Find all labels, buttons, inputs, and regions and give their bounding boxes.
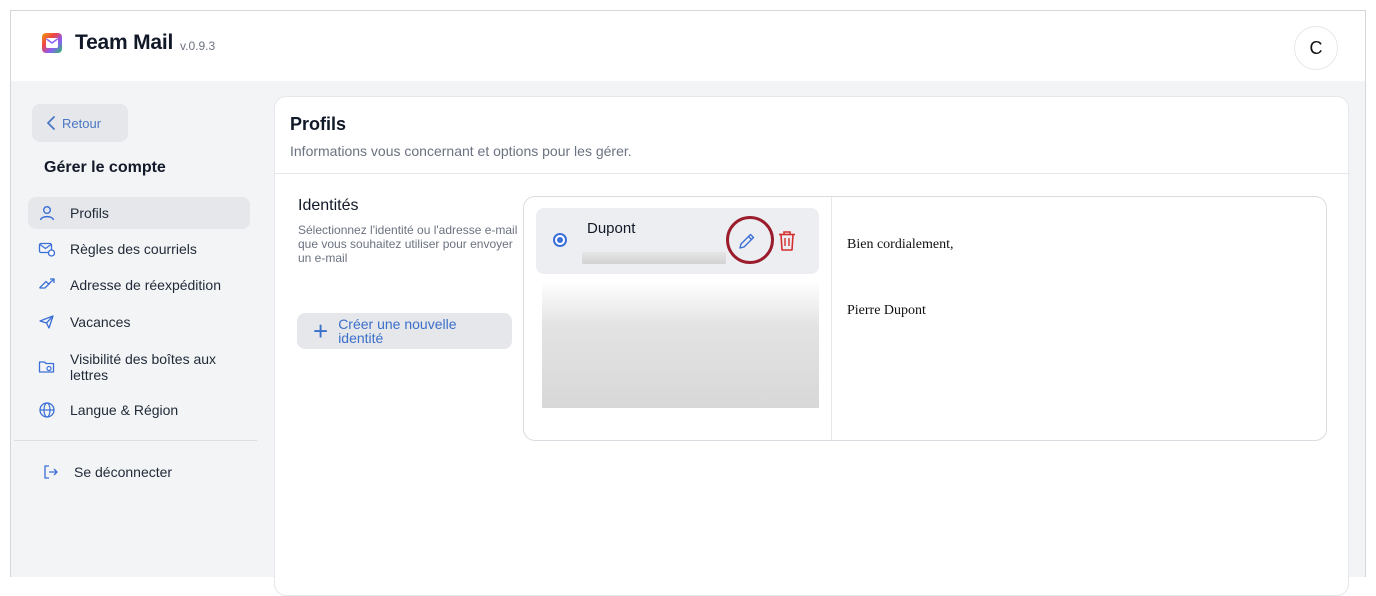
sidebar-item-label: Adresse de réexpédition — [70, 277, 221, 293]
sidebar-item-profils[interactable]: Profils — [28, 197, 250, 229]
logout-icon — [44, 465, 58, 479]
sidebar-item-label: Vacances — [70, 314, 131, 330]
logout-label: Se déconnecter — [74, 464, 173, 480]
identity-panel: Dupont Bien cordialement, Pierre Dupont — [523, 196, 1327, 441]
user-avatar-button[interactable]: C — [1294, 26, 1338, 70]
mail-rules-icon — [38, 242, 56, 257]
edit-highlight-annotation — [726, 216, 774, 264]
create-identity-button[interactable]: + Créer une nouvelle identité — [297, 313, 512, 349]
sidebar-item-vacances[interactable]: Vacances — [28, 306, 250, 338]
globe-icon — [39, 402, 55, 418]
identity-item[interactable]: Dupont — [536, 208, 819, 274]
page-title: Profils — [290, 114, 347, 134]
top-bar: Team Mail v.0.9.3 C — [11, 11, 1365, 81]
sidebar-item-label: Langue & Région — [70, 402, 179, 418]
identity-name: Dupont — [587, 220, 636, 237]
sidebar-item-label: Règles des courriels — [70, 241, 197, 257]
app-window: Team Mail v.0.9.3 C Retour Gérer le comp… — [10, 10, 1366, 596]
sidebar-item-regles[interactable]: Règles des courriels — [28, 233, 250, 265]
team-mail-logo-icon — [42, 33, 62, 53]
sidebar-item-visibilite[interactable]: Visibilité des boîtes aux lettres — [28, 349, 250, 385]
back-button[interactable]: Retour — [32, 104, 128, 142]
sidebar-item-label: Visibilité des boîtes aux lettres — [70, 351, 217, 383]
identity-email-redacted — [582, 252, 726, 264]
panel-divider — [831, 197, 832, 440]
identity-preview-redacted — [542, 281, 819, 408]
airplane-icon — [39, 315, 54, 329]
signature-name: Pierre Dupont — [847, 303, 926, 318]
identities-description: Sélectionnez l'identité ou l'adresse e-m… — [298, 223, 518, 265]
forward-icon — [39, 278, 55, 289]
logout-button[interactable]: Se déconnecter — [28, 456, 250, 488]
signature-line: Bien cordialement, — [847, 237, 954, 252]
app-title: Team Mail — [75, 31, 174, 54]
create-identity-label: Créer une nouvelle identité — [338, 316, 457, 346]
sidebar-title: Gérer le compte — [44, 159, 166, 176]
sidebar-item-langue[interactable]: Langue & Région — [28, 394, 250, 426]
identity-radio[interactable] — [553, 233, 567, 247]
app-version: v.0.9.3 — [180, 39, 216, 53]
profiles-card: Profils Informations vous concernant et … — [274, 96, 1349, 596]
user-icon — [39, 206, 55, 221]
identities-title: Identités — [298, 197, 359, 214]
plus-icon: + — [313, 316, 329, 346]
sidebar-item-reexpedition[interactable]: Adresse de réexpédition — [28, 269, 250, 301]
trash-icon[interactable] — [777, 230, 797, 252]
page-subtitle: Informations vous concernant et options … — [290, 143, 632, 159]
chevron-left-icon — [47, 116, 55, 130]
sidebar-item-label: Profils — [70, 205, 109, 221]
folder-eye-icon — [38, 361, 55, 373]
sidebar-divider — [14, 440, 257, 441]
back-button-label: Retour — [62, 115, 102, 131]
header-divider — [275, 173, 1348, 174]
